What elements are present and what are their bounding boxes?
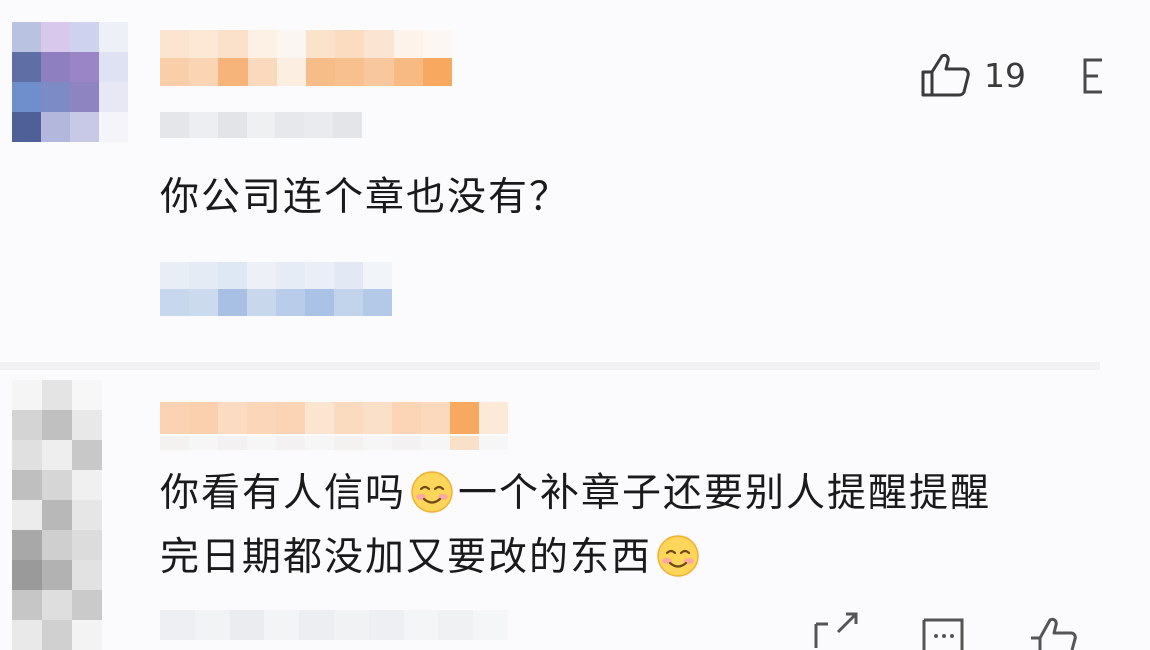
thumb-up-icon [921, 53, 970, 97]
username-redacted[interactable] [160, 30, 452, 86]
timestamp-redacted [160, 610, 508, 640]
more-icon[interactable] [1082, 58, 1104, 94]
divider [0, 362, 1100, 370]
like-button[interactable]: 19 [920, 50, 1026, 100]
comment-text: 你公司连个章也没有？ [160, 175, 571, 220]
comment-text: 你看有人信吗 一个补章子还要别人提醒提醒 完日期都没加又要改的东西 [160, 462, 991, 590]
comment-icon[interactable] [920, 612, 966, 650]
avatar[interactable] [12, 22, 128, 142]
smiling-face-emoji [657, 535, 699, 577]
like-count: 19 [984, 55, 1026, 95]
timestamp-redacted [160, 112, 362, 138]
avatar[interactable] [12, 380, 102, 650]
comment-text-part: 完日期都没加又要改的东西 [160, 535, 653, 580]
comment-item: 你看有人信吗 一个补章子还要别人提醒提醒 完日期都没加又要改的东西 [0, 370, 1150, 650]
comment-item: 19 你公司连个章也没有？ [0, 0, 1150, 362]
reply-info-redacted [160, 262, 392, 316]
username-redacted[interactable] [160, 402, 508, 434]
comment-text-part: 你看有人信吗 [160, 471, 407, 516]
comment-text-part: 一个补章子还要别人提醒提醒 [458, 471, 992, 516]
smiling-face-emoji [411, 471, 453, 513]
share-icon[interactable] [810, 612, 860, 650]
tag-redacted [160, 436, 508, 450]
thumb-up-icon[interactable] [1028, 612, 1078, 650]
